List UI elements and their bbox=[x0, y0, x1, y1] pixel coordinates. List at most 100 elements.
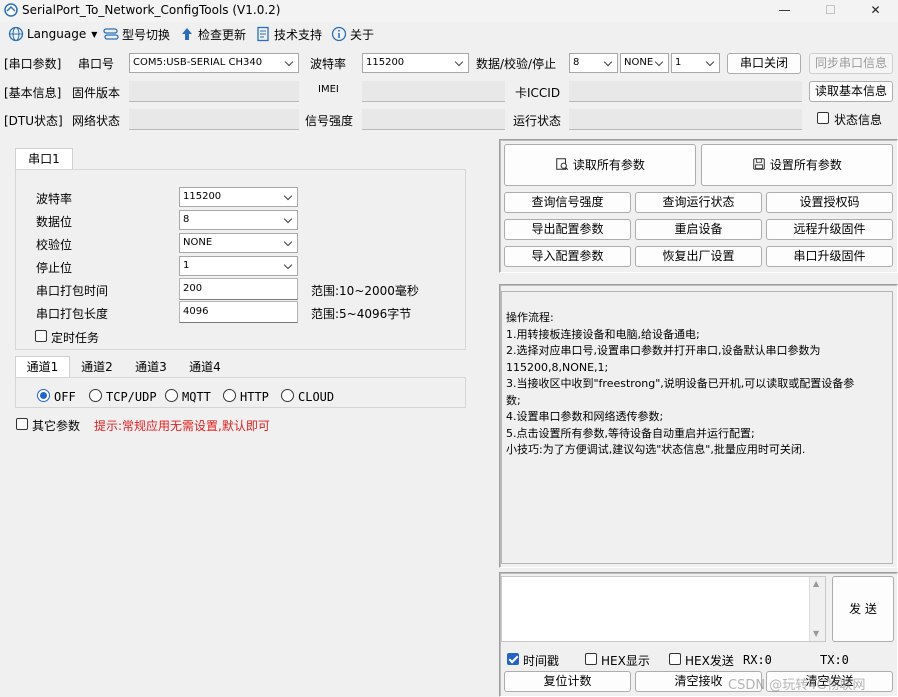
timestamp-checkbox[interactable] bbox=[507, 653, 519, 665]
read-all-params-button[interactable]: 读取所有参数 bbox=[504, 144, 696, 186]
app-icon bbox=[4, 3, 18, 17]
protocol-cloud-label: CLOUD bbox=[298, 390, 335, 404]
menu-model-switch[interactable]: 型号切换 bbox=[103, 25, 170, 43]
panel-parity-select[interactable]: NONE bbox=[179, 233, 298, 253]
parity-value: NONE bbox=[624, 57, 654, 68]
maximize-button[interactable]: ☐ bbox=[808, 0, 853, 22]
query-run-status-button[interactable]: 查询运行状态 bbox=[635, 192, 762, 213]
protocol-http-label: HTTP bbox=[240, 390, 269, 404]
log-line: 1.用转接板连接设备和电脑,给设备通电; bbox=[506, 327, 700, 341]
remote-upgrade-button[interactable]: 远程升级固件 bbox=[766, 219, 893, 240]
run-status-label: 运行状态 bbox=[513, 114, 562, 128]
save-icon bbox=[753, 158, 765, 170]
tab-channel3[interactable]: 通道3 bbox=[124, 357, 178, 379]
pack-time-label: 串口打包时间 bbox=[36, 284, 109, 298]
menu-check-update[interactable]: 检查更新 bbox=[179, 25, 246, 43]
pack-length-label: 串口打包长度 bbox=[36, 307, 109, 321]
sync-port-info-button[interactable]: 同步串口信息 bbox=[809, 53, 893, 74]
pack-length-input[interactable]: 4096 bbox=[179, 301, 298, 323]
factory-reset-button[interactable]: 恢复出厂设置 bbox=[635, 246, 762, 267]
signal-strength-field bbox=[362, 109, 505, 130]
tab-channel2[interactable]: 通道2 bbox=[70, 357, 124, 379]
protocol-tcp-udp-label: TCP/UDP bbox=[106, 390, 157, 404]
hex-send-checkbox[interactable] bbox=[669, 653, 681, 665]
minimize-button[interactable]: — bbox=[762, 0, 807, 22]
other-params-checkbox[interactable] bbox=[16, 418, 28, 430]
network-status-label: 网络状态 bbox=[72, 114, 121, 128]
read-basic-info-button[interactable]: 读取基本信息 bbox=[809, 81, 893, 102]
panel-baud-select[interactable]: 115200 bbox=[179, 187, 298, 207]
query-signal-button[interactable]: 查询信号强度 bbox=[504, 192, 631, 213]
scroll-up-icon[interactable]: ▲ bbox=[813, 579, 819, 588]
tab-port1[interactable]: 串口1 bbox=[15, 148, 73, 170]
panel-data-select[interactable]: 8 bbox=[179, 210, 298, 230]
close-window-button[interactable]: ✕ bbox=[853, 0, 898, 22]
pack-length-range: 范围:5~4096字节 bbox=[311, 307, 412, 321]
data-bits-select[interactable]: 8 bbox=[569, 53, 618, 73]
read-all-params-label: 读取所有参数 bbox=[572, 158, 645, 172]
protocol-tcp-udp-radio[interactable] bbox=[89, 389, 102, 402]
chevron-down-icon bbox=[283, 211, 295, 229]
imei-label: IMEI bbox=[318, 84, 339, 95]
port-select[interactable]: COM5:USB-SERIAL CH340 bbox=[129, 53, 299, 73]
panel-stop-select[interactable]: 1 bbox=[179, 256, 298, 276]
baud-label: 波特率 bbox=[310, 57, 347, 71]
serial-upgrade-button[interactable]: 串口升级固件 bbox=[766, 246, 893, 267]
menu-language[interactable]: Language ▼ bbox=[8, 25, 97, 43]
set-all-params-button[interactable]: 设置所有参数 bbox=[701, 144, 893, 186]
import-config-button[interactable]: 导入配置参数 bbox=[504, 246, 631, 267]
protocol-off-radio[interactable] bbox=[37, 389, 50, 402]
panel-baud-label: 波特率 bbox=[36, 192, 73, 206]
tab-channel4[interactable]: 通道4 bbox=[178, 357, 232, 379]
send-scrollbar[interactable]: ▲ ▼ bbox=[809, 577, 825, 641]
read-params-icon bbox=[556, 158, 569, 171]
reset-count-button[interactable]: 复位计数 bbox=[504, 671, 631, 692]
send-button[interactable]: 发 送 bbox=[832, 576, 894, 642]
chevron-down-icon: ▼ bbox=[91, 29, 98, 39]
panel-baud-value: 115200 bbox=[183, 191, 222, 202]
upload-arrow-icon bbox=[182, 28, 192, 40]
hex-display-label: HEX显示 bbox=[601, 654, 650, 668]
title-bar: SerialPort_To_Network_ConfigTools (V1.0.… bbox=[0, 0, 898, 22]
parity-select[interactable]: NONE bbox=[620, 53, 669, 73]
serial-section-label: [串口参数] bbox=[4, 57, 62, 71]
tab-channel1[interactable]: 通道1 bbox=[15, 356, 70, 378]
other-params-label: 其它参数 bbox=[32, 419, 81, 433]
other-params-hint: 提示:常规应用无需设置,默认即可 bbox=[94, 419, 270, 433]
status-info-checkbox[interactable] bbox=[817, 112, 829, 124]
stop-bits-select[interactable]: 1 bbox=[671, 53, 720, 73]
export-config-button[interactable]: 导出配置参数 bbox=[504, 219, 631, 240]
restart-device-button[interactable]: 重启设备 bbox=[635, 219, 762, 240]
firmware-field bbox=[129, 81, 299, 102]
switch-icon bbox=[103, 28, 119, 40]
status-info-label: 状态信息 bbox=[834, 113, 883, 127]
set-all-params-label: 设置所有参数 bbox=[769, 158, 842, 172]
timer-task-checkbox[interactable] bbox=[35, 330, 47, 342]
close-port-button[interactable]: 串口关闭 bbox=[727, 53, 801, 74]
log-line: 操作流程: bbox=[506, 311, 554, 324]
receive-log[interactable]: 操作流程: 1.用转接板连接设备和电脑,给设备通电; 2.选择对应串口号,设置串… bbox=[501, 291, 893, 564]
menu-about-label: 关于 bbox=[350, 27, 375, 42]
protocol-cloud-radio[interactable] bbox=[281, 389, 294, 402]
menu-check-update-label: 检查更新 bbox=[198, 27, 247, 42]
chevron-down-icon bbox=[283, 257, 295, 275]
protocol-mqtt-label: MQTT bbox=[182, 390, 211, 404]
scroll-down-icon[interactable]: ▼ bbox=[813, 629, 819, 638]
chevron-down-icon bbox=[654, 54, 666, 72]
pack-time-input[interactable]: 200 bbox=[179, 278, 298, 300]
baud-select[interactable]: 115200 bbox=[362, 53, 469, 73]
iccid-field bbox=[569, 81, 802, 102]
hex-display-checkbox[interactable] bbox=[585, 653, 597, 665]
protocol-mqtt-radio[interactable] bbox=[165, 389, 178, 402]
menu-tech-support-label: 技术支持 bbox=[274, 27, 323, 42]
panel-parity-label: 校验位 bbox=[36, 238, 73, 252]
log-line: 小技巧:为了方便调试,建议勾选"状态信息",批量应用时可关闭. bbox=[506, 443, 806, 456]
protocol-http-radio[interactable] bbox=[223, 389, 236, 402]
menu-about[interactable]: 关于 bbox=[331, 25, 374, 43]
send-input[interactable] bbox=[501, 576, 826, 642]
set-auth-code-button[interactable]: 设置授权码 bbox=[766, 192, 893, 213]
network-status-field bbox=[129, 109, 299, 130]
menu-tech-support[interactable]: 技术支持 bbox=[255, 25, 322, 43]
tx-counter: TX:0 bbox=[820, 653, 849, 667]
chevron-down-icon bbox=[283, 188, 295, 206]
